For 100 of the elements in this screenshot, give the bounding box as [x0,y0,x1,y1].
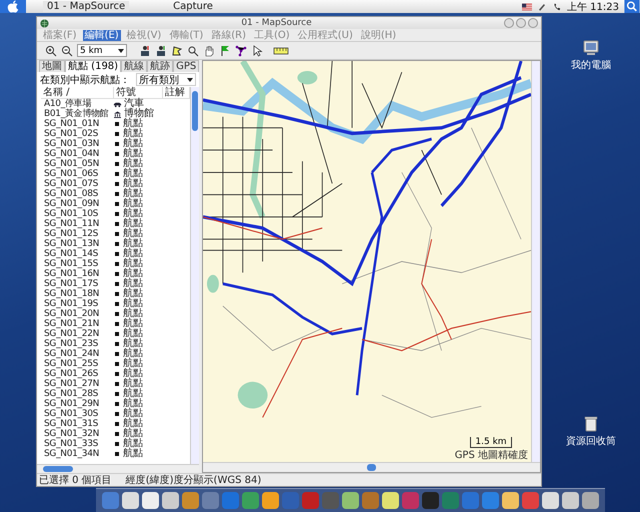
scroll-thumb[interactable] [367,464,376,471]
waypoint-name[interactable]: SG_N01_25S [41,359,113,369]
square-icon [115,132,119,136]
tab[interactable]: GPS [173,60,200,72]
waypoint-name[interactable]: SG_N01_24N [41,349,113,359]
square-icon [115,412,119,416]
waypoint-name[interactable]: SG_N01_01N [41,119,113,129]
symbol-label: 航點 [123,359,143,369]
waypoint-name[interactable]: SG_N01_05N [41,159,113,169]
taskbar-item[interactable]: Capture [169,1,217,12]
waypoint-name[interactable]: SG_N01_15S [41,259,113,269]
hand-icon[interactable] [203,44,215,56]
symbol-label: 航點 [123,209,143,219]
vertical-scrollbar[interactable] [531,61,540,462]
flag-icon[interactable] [522,2,532,10]
dock-app-icon[interactable] [342,492,358,509]
waypoint-name[interactable]: SG_N01_34N [41,449,113,459]
status-text: 已選擇 0 個項目 [39,474,112,486]
waypoint-name[interactable]: SG_N01_14S [41,249,113,259]
search-icon[interactable] [624,0,640,13]
dock-app-icon[interactable] [582,492,598,509]
waypoint-name[interactable]: SG_N01_04N [41,149,113,159]
tab[interactable]: 地圖 [39,60,65,72]
horizontal-scrollbar[interactable] [203,462,540,472]
waypoint-name[interactable]: SG_N01_17S [41,279,113,289]
waypoint-name[interactable]: SG_N01_02S [41,129,113,139]
dock-app-icon[interactable] [162,492,178,509]
symbol-label: 航點 [123,269,143,279]
tab[interactable]: 航線 [121,60,148,72]
waypoint-name[interactable]: SG_N01_03N [41,139,113,149]
person-down-icon[interactable] [155,44,167,56]
tab[interactable]: 航跡 [147,60,174,72]
waypoint-name[interactable]: SG_N01_08S [41,189,113,199]
pen-icon[interactable] [537,2,547,10]
waypoint-name[interactable]: SG_N01_22N [41,329,113,339]
ruler-icon[interactable] [273,46,289,54]
waypoint-name[interactable]: SG_N01_29N [41,399,113,409]
menu-item[interactable]: 編輯(E) [82,30,121,40]
map-accuracy-label: GPS 地圖精確度 [454,450,528,461]
symbol-label: 航點 [123,199,143,209]
waypoint-name[interactable]: SG_N01_32N [41,429,113,439]
waypoint-name[interactable]: SG_N01_23S [41,339,113,349]
waypoint-name[interactable]: SG_N01_11N [41,219,113,229]
trash-icon[interactable] [583,416,599,432]
waypoint-name[interactable]: B01_黃金博物館 [41,109,113,119]
waypoint-name[interactable]: SG_N01_33S [41,439,113,449]
square-icon [115,282,119,286]
square-icon [115,192,119,196]
column-header[interactable]: 符號 [114,87,163,98]
taskbar-item[interactable]: 01 - MapSource [43,1,130,12]
dock-app-icon[interactable] [502,492,518,509]
horizontal-scrollbar[interactable] [37,464,199,473]
waypoint-name[interactable]: SG_N01_27N [41,379,113,389]
dock-app-icon[interactable] [542,492,558,509]
waypoint-name[interactable]: SG_N01_19S [41,299,113,309]
person-up-icon[interactable] [139,44,151,56]
route-nodes-icon[interactable] [235,44,247,56]
polygon-icon[interactable] [171,44,183,56]
waypoint-name[interactable]: SG_N01_09N [41,199,113,209]
dock-app-icon[interactable] [122,492,138,509]
zoom-in-icon[interactable] [45,44,57,56]
apple-logo-icon[interactable] [0,0,26,13]
zoom-box-icon[interactable] [187,44,199,56]
vertical-scrollbar[interactable] [190,87,199,464]
clock[interactable]: 上午 11:23 [567,0,619,14]
waypoint-name[interactable]: SG_N01_26S [41,369,113,379]
waypoint-name[interactable]: SG_N01_31S [41,419,113,429]
zoom-dropdown[interactable]: 5 km [77,44,127,57]
symbol-label: 航點 [123,129,143,139]
waypoint-name[interactable]: A10_停車場 [41,99,113,109]
desktop-icon-label[interactable]: 資源回收筒 [566,434,616,448]
phone-icon[interactable] [552,2,562,10]
flag-tool-icon[interactable] [219,44,231,56]
dock-app-icon[interactable] [382,492,398,509]
waypoint-name[interactable]: SG_N01_07S [41,179,113,189]
waypoint-name[interactable]: SG_N01_16N [41,269,113,279]
dock-app-icon[interactable] [262,492,278,509]
computer-icon[interactable] [583,40,599,56]
scroll-thumb[interactable] [43,466,73,472]
desktop-icon-label[interactable]: 我的電腦 [571,58,611,72]
square-icon [115,252,119,256]
waypoint-name[interactable]: SG_N01_30S [41,409,113,419]
category-dropdown[interactable]: 所有類別 [136,73,196,86]
scroll-thumb[interactable] [192,91,198,131]
zoom-out-icon[interactable] [61,44,73,56]
map-drawing[interactable] [203,61,531,462]
waypoint-name[interactable]: SG_N01_10S [41,209,113,219]
waypoint-name[interactable]: SG_N01_21N [41,319,113,329]
waypoint-name[interactable]: SG_N01_06S [41,169,113,179]
dock-app-icon[interactable] [562,492,578,509]
pointer-icon[interactable] [251,44,263,56]
tab[interactable]: 航點 (198) [65,60,122,72]
waypoint-name[interactable]: SG_N01_18N [41,289,113,299]
waypoint-name[interactable]: SG_N01_12S [41,229,113,239]
waypoint-name[interactable]: SG_N01_20N [41,309,113,319]
square-icon [115,122,119,126]
waypoint-name[interactable]: SG_N01_13N [41,239,113,249]
waypoint-name[interactable]: SG_N01_28S [41,389,113,399]
column-header[interactable]: 名稱 / [41,87,114,98]
dock-app-icon[interactable] [142,492,158,509]
